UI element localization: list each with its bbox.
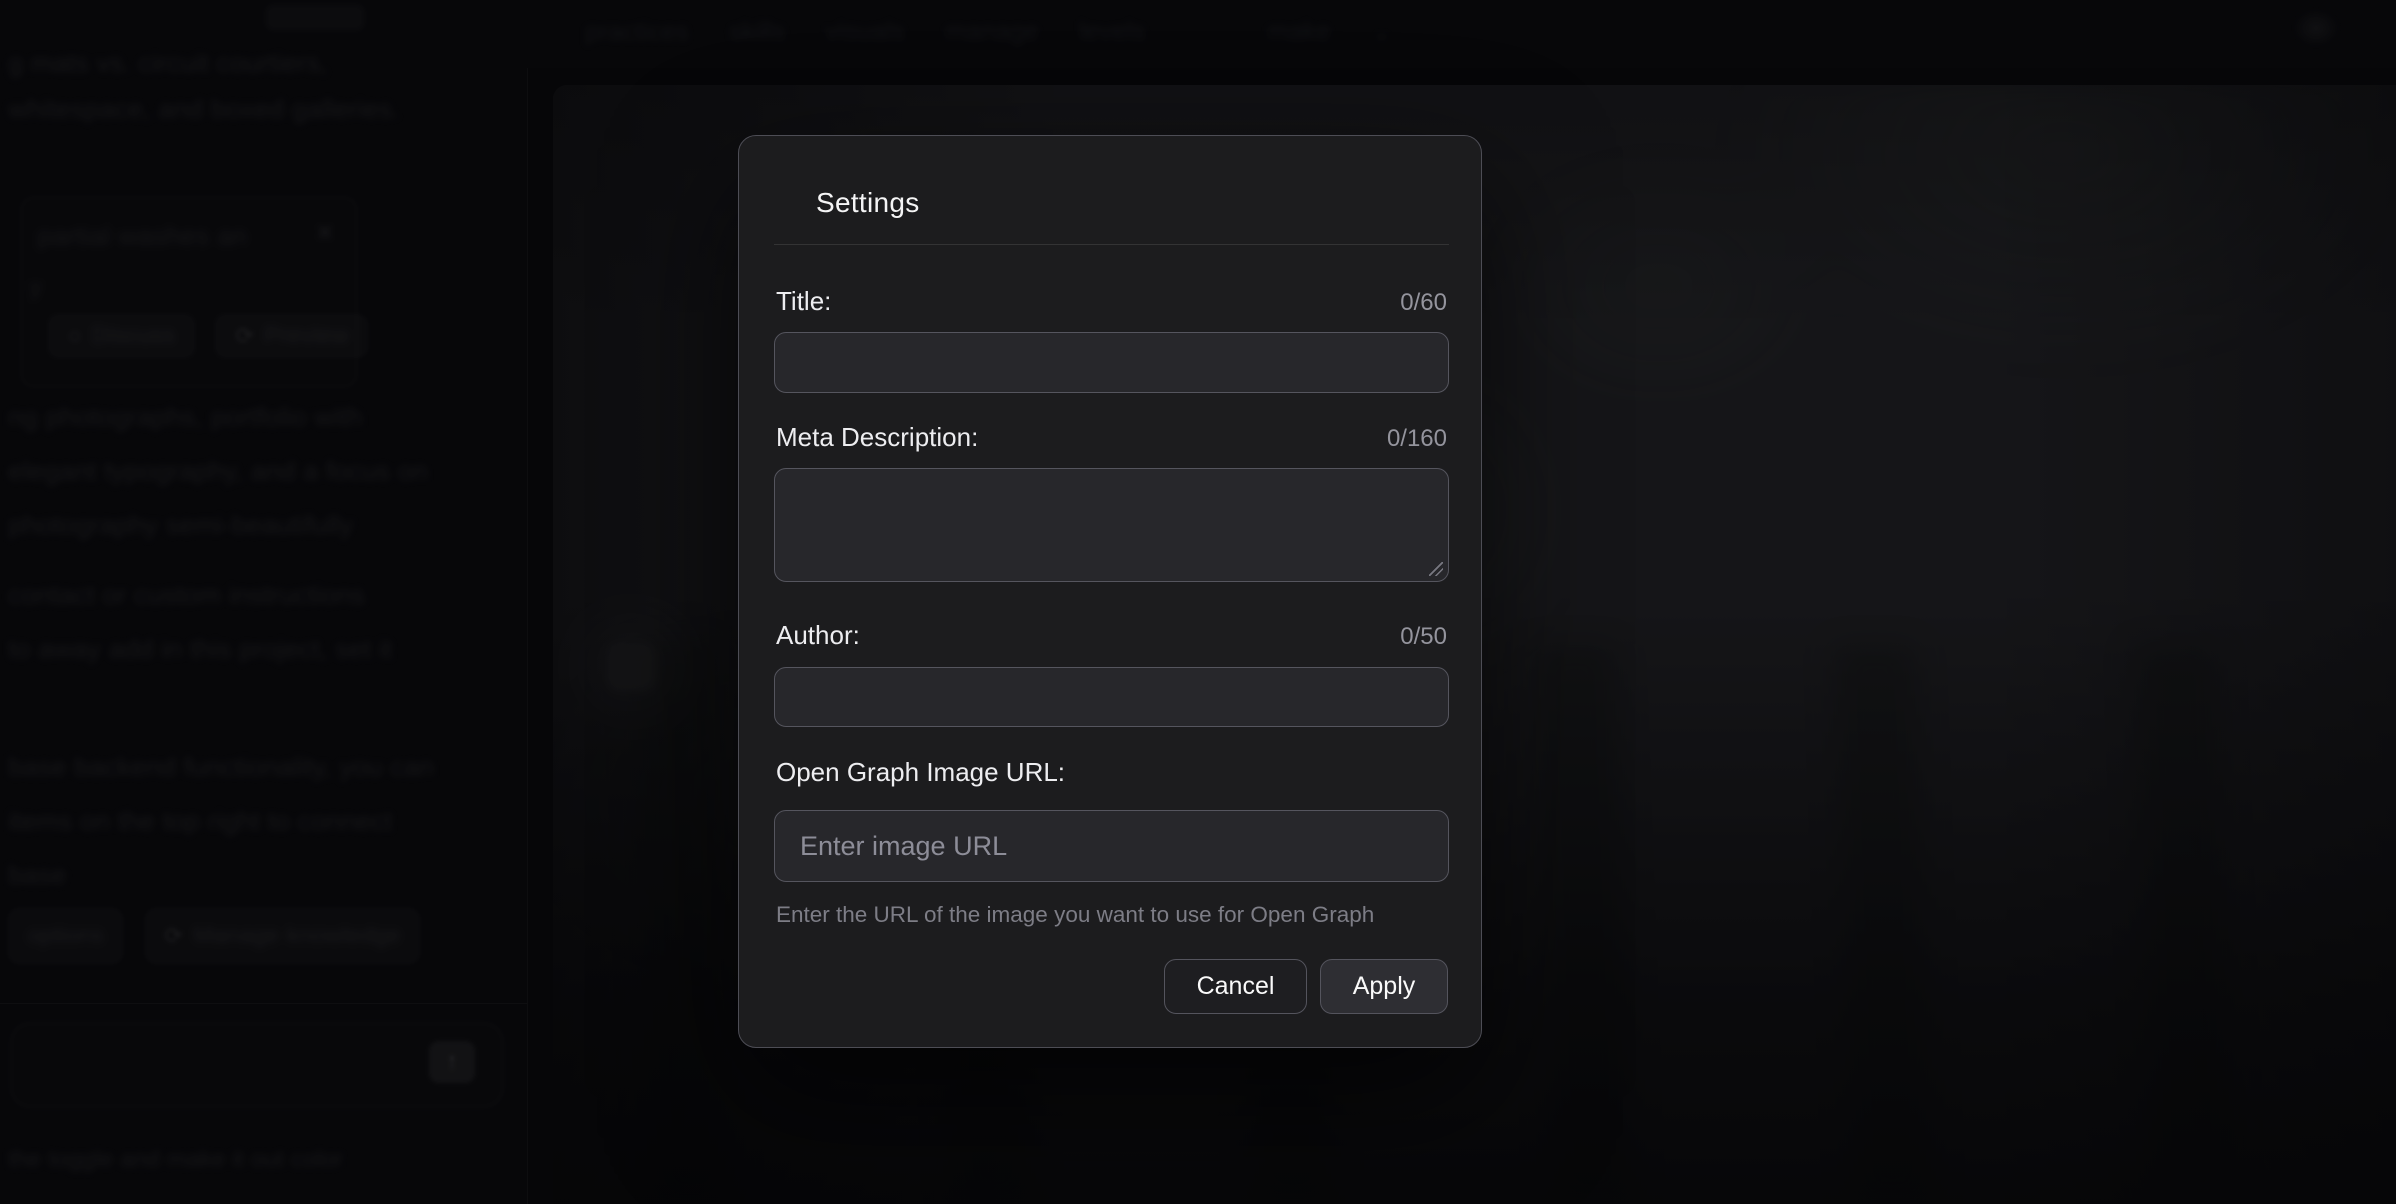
settings-dialog: Settings Title: 0/60 Meta Description: 0… — [738, 135, 1482, 1048]
meta-description-textarea[interactable] — [774, 468, 1449, 582]
author-char-counter: 0/50 — [1400, 623, 1447, 651]
og-image-url-label: Open Graph Image URL: — [776, 757, 1065, 788]
meta-description-label: Meta Description: — [776, 422, 978, 453]
meta-description-char-counter: 0/160 — [1387, 425, 1447, 453]
og-image-url-helper-text: Enter the URL of the image you want to u… — [776, 902, 1374, 928]
title-input[interactable] — [774, 332, 1449, 393]
og-image-url-input[interactable] — [774, 810, 1449, 882]
title-char-counter: 0/60 — [1400, 289, 1447, 317]
dialog-divider — [774, 244, 1449, 245]
apply-button[interactable]: Apply — [1320, 959, 1448, 1014]
title-label: Title: — [776, 286, 831, 317]
resize-handle[interactable] — [1429, 562, 1443, 576]
author-input[interactable] — [774, 667, 1449, 727]
dialog-title: Settings — [816, 187, 920, 219]
cancel-button[interactable]: Cancel — [1164, 959, 1307, 1014]
author-label: Author: — [776, 620, 860, 651]
